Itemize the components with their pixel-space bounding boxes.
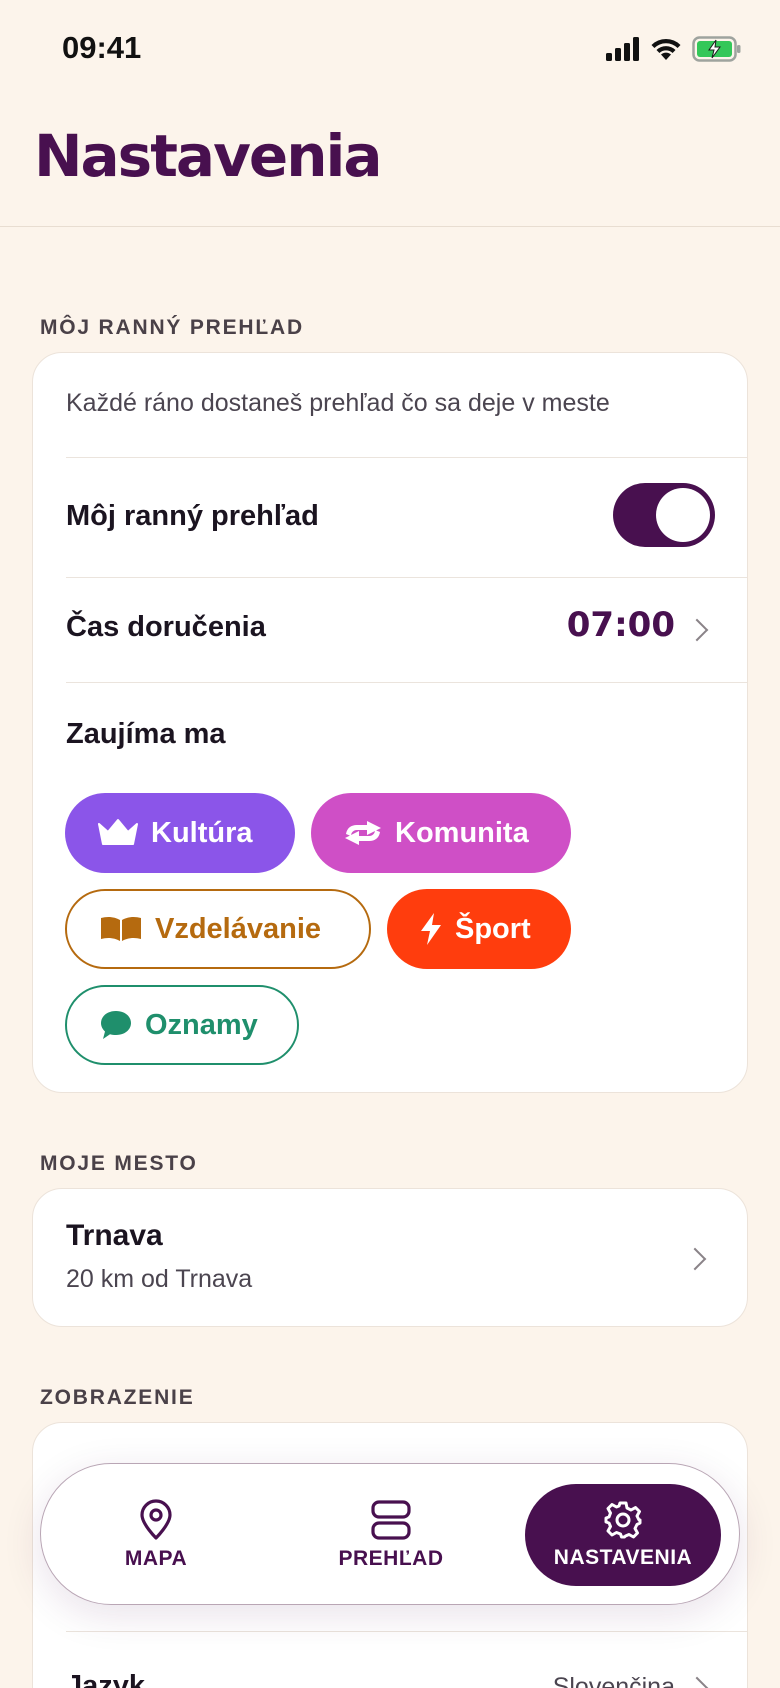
language-value: Slovenčina	[552, 1673, 675, 1688]
chevron-right-icon	[685, 1676, 709, 1688]
chip-komunita[interactable]: Komunita	[311, 793, 571, 873]
city-name: Trnava	[66, 1219, 163, 1252]
page-title: Nastavenia	[34, 122, 383, 190]
chip-sport[interactable]: Šport	[387, 889, 571, 969]
chip-label: Šport	[455, 912, 531, 945]
interests-label: Zaujíma ma	[66, 718, 226, 750]
tab-prehlad[interactable]: PREHĽAD	[306, 1484, 476, 1586]
signal-icon	[606, 37, 639, 61]
chip-label: Oznamy	[145, 1008, 258, 1041]
language-row[interactable]: Jazyk Slovenčina	[33, 1632, 749, 1688]
crown-icon	[98, 819, 138, 845]
tab-label: PREHĽAD	[338, 1547, 444, 1570]
status-time: 09:41	[62, 30, 142, 65]
status-icons	[606, 36, 742, 62]
gear-icon	[604, 1501, 642, 1539]
delivery-time-value: 07:00	[566, 605, 675, 645]
city-distance: 20 km od Trnava	[66, 1265, 253, 1293]
section-label-display: ZOBRAZENIE	[40, 1386, 195, 1409]
tab-label: MAPA	[124, 1547, 188, 1570]
arrows-icon	[345, 821, 381, 845]
morning-card: Každé ráno dostaneš prehľad čo sa deje v…	[32, 352, 748, 1093]
morning-toggle[interactable]	[613, 483, 715, 547]
delivery-time-row[interactable]: Čas doručenia 07:00	[33, 578, 749, 682]
tab-bar: MAPA PREHĽAD NASTAVENIA	[40, 1463, 740, 1605]
chip-label: Kultúra	[151, 816, 253, 849]
divider	[66, 682, 747, 683]
tab-label: NASTAVENIA	[553, 1546, 693, 1569]
section-label-city: MOJE MESTO	[40, 1152, 198, 1175]
toggle-knob	[656, 488, 710, 542]
list-icon	[371, 1500, 411, 1540]
chip-kultura[interactable]: Kultúra	[65, 793, 295, 873]
morning-description: Každé ráno dostaneš prehľad čo sa deje v…	[66, 389, 610, 417]
battery-charging-icon	[692, 36, 741, 62]
morning-toggle-label: Môj ranný prehľad	[66, 500, 319, 532]
book-icon	[101, 916, 141, 941]
chip-label: Vzdelávanie	[155, 912, 322, 945]
divider	[66, 457, 747, 458]
map-pin-icon	[140, 1499, 172, 1540]
chip-oznamy[interactable]: Oznamy	[65, 985, 299, 1065]
city-card[interactable]: Trnava 20 km od Trnava	[32, 1188, 748, 1327]
delivery-time-label: Čas doručenia	[66, 611, 266, 643]
tab-nastavenia[interactable]: NASTAVENIA	[525, 1484, 721, 1586]
wifi-icon	[651, 38, 681, 60]
header: Nastavenia	[0, 100, 780, 227]
chevron-right-icon	[685, 618, 709, 642]
tab-mapa[interactable]: MAPA	[81, 1484, 231, 1586]
chat-bubble-icon	[101, 1011, 131, 1039]
chip-vzdelavanie[interactable]: Vzdelávanie	[65, 889, 371, 969]
bolt-icon	[421, 913, 441, 945]
section-label-morning: MÔJ RANNÝ PREHĽAD	[40, 316, 304, 339]
language-label: Jazyk	[66, 1670, 146, 1688]
chip-label: Komunita	[395, 816, 529, 849]
status-bar: 09:41	[0, 0, 780, 100]
chevron-right-icon	[683, 1247, 707, 1271]
